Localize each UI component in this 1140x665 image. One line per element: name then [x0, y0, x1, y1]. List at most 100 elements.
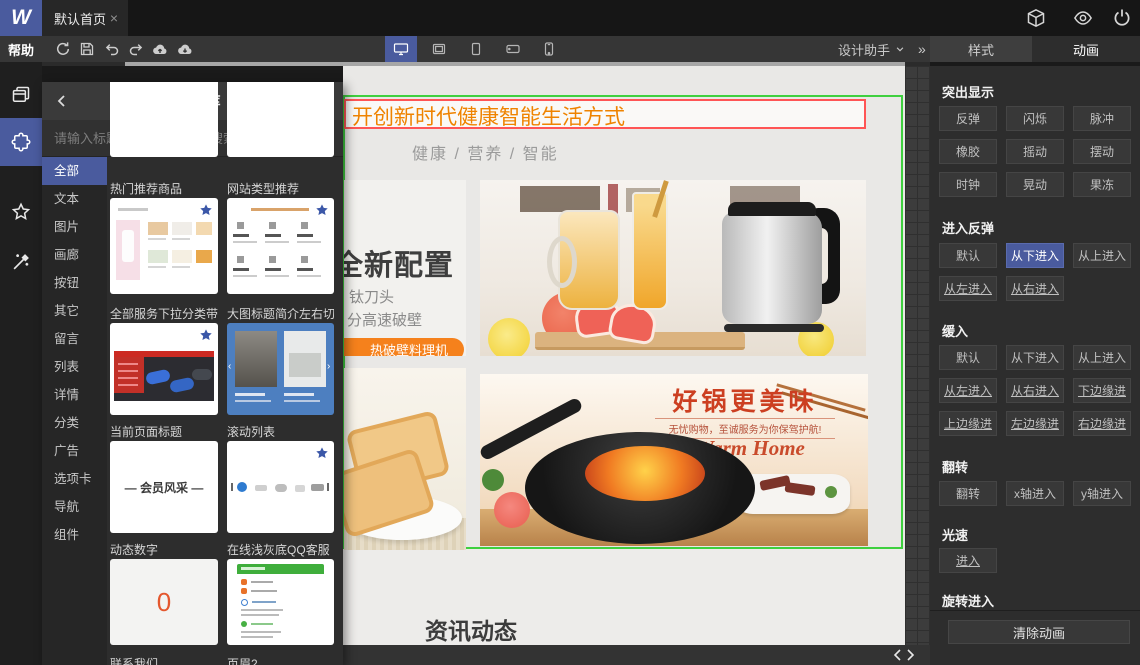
favorite-star-icon	[199, 328, 213, 342]
animation-panel: 突出显示 反弹 闪烁 脉冲 橡胶 摇动 摆动 时钟 晃动 果冻 进入反弹 默认 …	[930, 66, 1140, 665]
flip-btn[interactable]: 翻转	[939, 481, 997, 506]
undo-icon[interactable]	[104, 41, 120, 57]
product-banner-left[interactable]: 全新配置 钛刀头 分高速破壁 热破壁料理机	[344, 180, 466, 356]
favorite-star-icon	[199, 203, 213, 217]
category-ad[interactable]: 广告	[42, 437, 107, 465]
banner-button[interactable]: 热破壁料理机	[344, 338, 464, 356]
anim-btn-from-right[interactable]: 从右进入	[1006, 276, 1064, 301]
anim-btn-from-top[interactable]: 从上进入	[1073, 243, 1131, 268]
power-icon[interactable]	[1112, 8, 1132, 28]
device-phone-portrait-icon[interactable]	[541, 41, 557, 57]
canvas-page-subtitle[interactable]: 健康 / 营养 / 智能	[412, 140, 559, 164]
ease-btn-default[interactable]: 默认	[939, 345, 997, 370]
help-menu[interactable]: 帮助	[0, 36, 42, 62]
plugin-card-dynamic-number[interactable]: 0	[110, 559, 218, 645]
ease-btn-right-edge[interactable]: 右边缘进	[1073, 411, 1131, 436]
device-tablet-icon[interactable]	[468, 41, 484, 57]
plugin-label: 网站类型推荐	[227, 182, 300, 196]
anim-btn-wobble[interactable]: 晃动	[1006, 172, 1064, 197]
save-icon[interactable]	[79, 41, 95, 57]
cloud-download-icon[interactable]	[177, 41, 193, 57]
category-classify[interactable]: 分类	[42, 409, 107, 437]
category-image[interactable]: 图片	[42, 213, 107, 241]
plugin-category-list: 全部 文本 图片 画廊 按钮 其它 留言 列表 详情 分类 广告 选项卡 导航 …	[42, 157, 107, 665]
wok-banner-image[interactable]: 好锅更美味 无忧购物，至诚服务为你保驾护航! Warm Home	[480, 374, 868, 546]
page-tab[interactable]: 默认首页 ×	[42, 0, 128, 36]
lightspeed-btn-enter[interactable]: 进入	[939, 548, 997, 573]
redo-icon[interactable]	[128, 41, 144, 57]
category-other[interactable]: 其它	[42, 297, 107, 325]
anim-btn-bounce[interactable]: 反弹	[939, 106, 997, 131]
top-bar	[0, 0, 1140, 36]
components-cube-icon[interactable]	[1026, 8, 1046, 28]
category-button[interactable]: 按钮	[42, 269, 107, 297]
more-panels-button[interactable]: »	[918, 36, 926, 62]
tab-close-icon[interactable]: ×	[110, 10, 118, 26]
toast-image[interactable]	[344, 368, 466, 550]
category-all[interactable]: 全部	[42, 157, 107, 185]
ease-btn-from-left[interactable]: 从左进入	[939, 378, 997, 403]
favorites-star-icon[interactable]	[11, 202, 31, 222]
anim-btn-rubber[interactable]: 橡胶	[939, 139, 997, 164]
ease-btn-left-edge[interactable]: 左边缘进	[1006, 411, 1064, 436]
anim-btn-jelly[interactable]: 果冻	[1073, 172, 1131, 197]
category-message[interactable]: 留言	[42, 325, 107, 353]
plugin-card-scroll-list[interactable]	[227, 441, 334, 533]
flip-btn-x-axis[interactable]: x轴进入	[1006, 481, 1064, 506]
device-desktop-icon[interactable]	[393, 41, 409, 57]
anim-btn-from-left[interactable]: 从左进入	[939, 276, 997, 301]
anim-btn-default[interactable]: 默认	[939, 243, 997, 268]
section-highlight: 突出显示	[942, 85, 995, 100]
plugin-card-qq-service[interactable]	[227, 559, 334, 645]
clear-animation-button[interactable]: 清除动画	[948, 620, 1130, 644]
plugin-card-page-title[interactable]: — 会员风采 —	[110, 441, 218, 533]
ease-btn-bottom-edge[interactable]: 下边缘进	[1073, 378, 1131, 403]
puzzle-plugins-icon[interactable]	[11, 132, 31, 152]
category-nav[interactable]: 导航	[42, 493, 107, 521]
code-view-icon[interactable]	[893, 648, 915, 662]
canvas-vscrollbar[interactable]	[905, 66, 930, 645]
plugin-card-big-image-slider[interactable]: ‹ ›	[227, 323, 334, 415]
anim-btn-swing[interactable]: 摆动	[1073, 139, 1131, 164]
section-light-speed: 光速	[942, 528, 969, 543]
ease-btn-from-right[interactable]: 从右进入	[1006, 378, 1064, 403]
ease-btn-from-top[interactable]: 从上进入	[1073, 345, 1131, 370]
plugin-card-dropdown-nav[interactable]	[110, 323, 218, 415]
prev-arrow-icon: ‹	[228, 361, 232, 372]
plugin-card-hot-products[interactable]	[110, 198, 218, 294]
anim-btn-flash[interactable]: 闪烁	[1006, 106, 1064, 131]
anim-btn-pulse[interactable]: 脉冲	[1073, 106, 1131, 131]
panel-separator	[930, 610, 1140, 611]
anim-btn-shake[interactable]: 摇动	[1006, 139, 1064, 164]
news-heading[interactable]: 资讯动态	[425, 612, 517, 646]
ease-btn-from-bottom[interactable]: 从下进入	[1006, 345, 1064, 370]
plugin-card-cutoff[interactable]	[110, 82, 218, 157]
plugin-card-cutoff[interactable]	[227, 82, 334, 157]
tab-style[interactable]: 样式	[930, 36, 1032, 62]
kettle-product-image[interactable]	[480, 180, 866, 356]
flip-btn-y-axis[interactable]: y轴进入	[1073, 481, 1131, 506]
refresh-icon[interactable]	[55, 41, 71, 57]
preview-eye-icon[interactable]	[1073, 8, 1093, 28]
anim-btn-clock[interactable]: 时钟	[939, 172, 997, 197]
category-components[interactable]: 组件	[42, 521, 107, 549]
anim-btn-from-bottom-selected[interactable]: 从下进入	[1006, 243, 1064, 268]
pages-icon[interactable]	[11, 85, 31, 105]
design-assistant-dropdown[interactable]: 设计助手	[838, 36, 905, 62]
back-chevron-icon[interactable]	[42, 82, 82, 120]
magic-wand-icon[interactable]	[11, 252, 31, 272]
category-gallery[interactable]: 画廊	[42, 241, 107, 269]
category-list[interactable]: 列表	[42, 353, 107, 381]
plugin-card-site-types[interactable]	[227, 198, 334, 294]
category-detail[interactable]: 详情	[42, 381, 107, 409]
canvas-page-title[interactable]: 开创新时代健康智能生活方式	[352, 101, 625, 131]
category-text[interactable]: 文本	[42, 185, 107, 213]
device-laptop-icon[interactable]	[431, 41, 447, 57]
plugin-label: 动态数字	[110, 543, 159, 557]
ease-btn-top-edge[interactable]: 上边缘进	[939, 411, 997, 436]
category-tabs[interactable]: 选项卡	[42, 465, 107, 493]
device-phone-landscape-icon[interactable]	[505, 41, 521, 57]
juice-glass	[632, 192, 668, 310]
tab-animation[interactable]: 动画	[1032, 36, 1140, 62]
cloud-upload-icon[interactable]	[152, 41, 168, 57]
